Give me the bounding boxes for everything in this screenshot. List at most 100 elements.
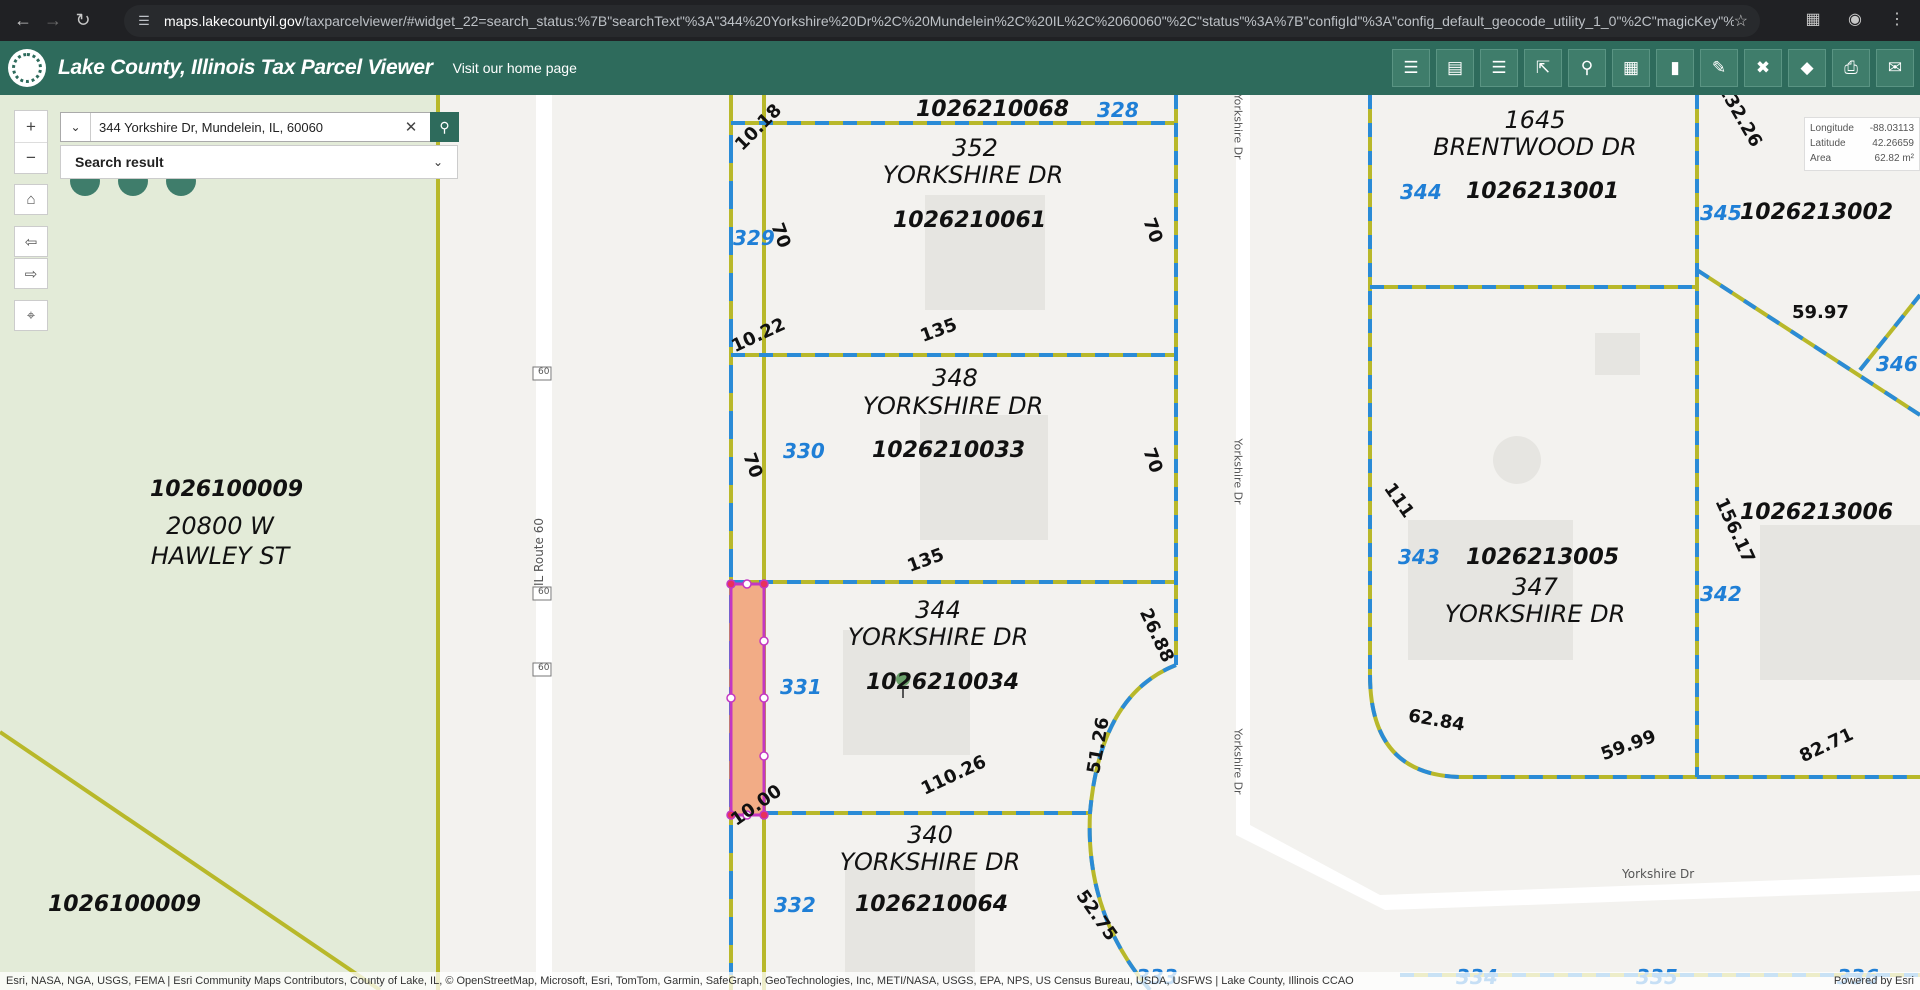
parcel-pin-label: 1026100009 (48, 892, 202, 917)
parcel-address-street: BRENTWOOD DR (1433, 133, 1637, 161)
yorkshire-road-curve (1236, 825, 1920, 910)
layers-icon[interactable]: ☰ (1480, 49, 1518, 87)
road-label-route60: IL Route 60 (531, 518, 546, 586)
parcel-pin-label: 1026213006 (1740, 500, 1894, 525)
forward-icon[interactable]: → (38, 6, 68, 36)
building-348 (920, 415, 1048, 540)
building-small (1595, 333, 1640, 375)
parcel-pin-label: 1026210068 (916, 97, 1070, 122)
parcel-address-street: YORKSHIRE DR (1444, 600, 1626, 628)
directions-icon[interactable]: ◆ (1788, 49, 1826, 87)
map-attribution: Esri, NASA, NGA, USGS, FEMA | Esri Commu… (0, 972, 1920, 990)
url-host: maps.lakecountyil.gov (164, 13, 302, 29)
locate-button[interactable]: ⌖ (14, 300, 48, 331)
parcel-pin-label: 1026100009 (150, 477, 304, 502)
legend-icon[interactable]: ☰ (1392, 49, 1430, 87)
building-round (1493, 436, 1541, 484)
zoom-control: + − (14, 110, 48, 174)
home-icon: ⌂ (26, 191, 36, 208)
road-label-yorkshire: Yorkshire Dr (1231, 95, 1245, 160)
area-label: Area (1810, 153, 1832, 164)
menu-kebab-icon[interactable]: ⋮ (1884, 6, 1910, 32)
basemap-gallery-icon[interactable]: ▤ (1436, 49, 1474, 87)
parcel-pin-label: 1026213001 (1466, 179, 1620, 204)
clear-search-icon[interactable]: ✕ (399, 118, 423, 136)
road-label-yorkshire: Yorkshire Dr (1622, 867, 1695, 881)
map-view[interactable]: 1026100009 20800 W HAWLEY ST 1026100009 … (0, 95, 1920, 990)
county-logo (8, 49, 46, 87)
site-info-icon[interactable]: ☰ (134, 11, 154, 31)
latitude-value: 42.26659 (1872, 138, 1914, 149)
arrow-left-icon: ⇦ (24, 233, 38, 251)
app-title: Lake County, Illinois Tax Parcel Viewer (58, 56, 433, 79)
print-icon[interactable]: ⎙ (1832, 49, 1870, 87)
building-340 (845, 860, 975, 990)
chevron-down-icon: ⌄ (70, 120, 81, 134)
lot-number-label: 342 (1700, 582, 1742, 606)
url-text[interactable]: maps.lakecountyil.gov/taxparcelviewer/#w… (164, 13, 1734, 29)
parcel-address-number: 344 (915, 596, 961, 624)
home-page-link[interactable]: Visit our home page (453, 60, 577, 76)
parcel-address-number: 352 (952, 134, 998, 162)
attribution-text: Esri, NASA, NGA, USGS, FEMA | Esri Commu… (6, 975, 1354, 987)
widget-toolbar: ☰ ▤ ☰ ⇱ ⚲ ▦ ▮ ✎ ✖ ◆ ⎙ ✉ (1392, 49, 1914, 87)
search-value[interactable]: 344 Yorkshire Dr, Mundelein, IL, 60060 (99, 120, 399, 135)
draw-icon[interactable]: ✎ (1700, 49, 1738, 87)
building-east (1760, 525, 1920, 680)
crosshair-icon: ⌖ (26, 307, 36, 324)
lot-number-label: 346 (1876, 352, 1918, 376)
address-bar[interactable]: ☰ maps.lakecountyil.gov/taxparcelviewer/… (124, 5, 1760, 37)
url-path: /taxparcelviewer/#widget_22=search_statu… (301, 13, 1734, 29)
back-icon[interactable]: ← (8, 6, 38, 36)
measure-icon[interactable]: ✖ (1744, 49, 1782, 87)
selected-parcel-highlight (729, 582, 766, 817)
parcel-pin-label: 1026213005 (1466, 545, 1620, 570)
powered-by-esri[interactable]: Powered by Esri (1834, 975, 1914, 987)
chevron-down-icon[interactable]: ⌄ (433, 155, 443, 169)
search-result-panel[interactable]: Search result ⌄ (60, 145, 458, 179)
next-extent-button[interactable]: ⇨ (14, 258, 48, 289)
extensions-icon[interactable]: ▦ (1800, 6, 1826, 32)
bookmark-star-icon[interactable]: ☆ (1734, 11, 1748, 31)
parcel-address-number: 348 (932, 364, 978, 392)
zoom-in-button[interactable]: + (15, 111, 47, 142)
lot-number-label: 330 (783, 439, 825, 463)
home-extent-button[interactable]: ⌂ (14, 184, 48, 215)
parcel-address-number: 347 (1512, 573, 1558, 601)
longitude-value: -88.03113 (1869, 123, 1914, 134)
parcel-address-street: HAWLEY ST (150, 542, 290, 570)
route-shield-label: 60 (538, 367, 550, 377)
search-input[interactable]: ⌄ 344 Yorkshire Dr, Mundelein, IL, 60060… (60, 112, 458, 142)
dimension-label: 59.97 (1792, 302, 1849, 323)
bookmark-icon[interactable]: ▮ (1656, 49, 1694, 87)
zoom-out-button[interactable]: − (15, 142, 47, 173)
search-icon: ⚲ (439, 118, 450, 135)
search-source-dropdown[interactable]: ⌄ (61, 113, 91, 141)
lot-number-label: 328 (1097, 98, 1139, 122)
lot-number-label: 332 (774, 893, 816, 917)
route-shield-label: 60 (538, 663, 550, 673)
latitude-label: Latitude (1810, 138, 1846, 149)
parcel-pin-label: 1026210033 (872, 438, 1026, 463)
lot-number-label: 343 (1398, 545, 1440, 569)
previous-extent-button[interactable]: ⇦ (14, 226, 48, 257)
parcel-address-street: YORKSHIRE DR (839, 848, 1021, 876)
profile-icon[interactable]: ◉ (1842, 6, 1868, 32)
search-result-label: Search result (75, 154, 164, 170)
parcel-address-street: YORKSHIRE DR (862, 392, 1044, 420)
parcel-address-street: YORKSHIRE DR (882, 161, 1064, 189)
parcel-pin-label: 1026210034 (866, 670, 1020, 695)
reload-icon[interactable]: ↻ (68, 6, 98, 36)
grid-icon[interactable]: ▦ (1612, 49, 1650, 87)
email-icon[interactable]: ✉ (1876, 49, 1914, 87)
route-shield-label: 60 (538, 587, 550, 597)
arrow-right-icon: ⇨ (24, 265, 38, 283)
search-button[interactable]: ⚲ (430, 112, 459, 142)
parcel-pin-label: 1026210064 (855, 892, 1009, 917)
select-icon[interactable]: ⇱ (1524, 49, 1562, 87)
area-value: 62.82 m² (1874, 153, 1914, 164)
browser-toolbar: ← → ↻ ☰ maps.lakecountyil.gov/taxparcelv… (0, 0, 1920, 41)
road-label-yorkshire: Yorkshire Dr (1231, 438, 1245, 505)
query-icon[interactable]: ⚲ (1568, 49, 1606, 87)
parcel-address-street: YORKSHIRE DR (847, 623, 1029, 651)
